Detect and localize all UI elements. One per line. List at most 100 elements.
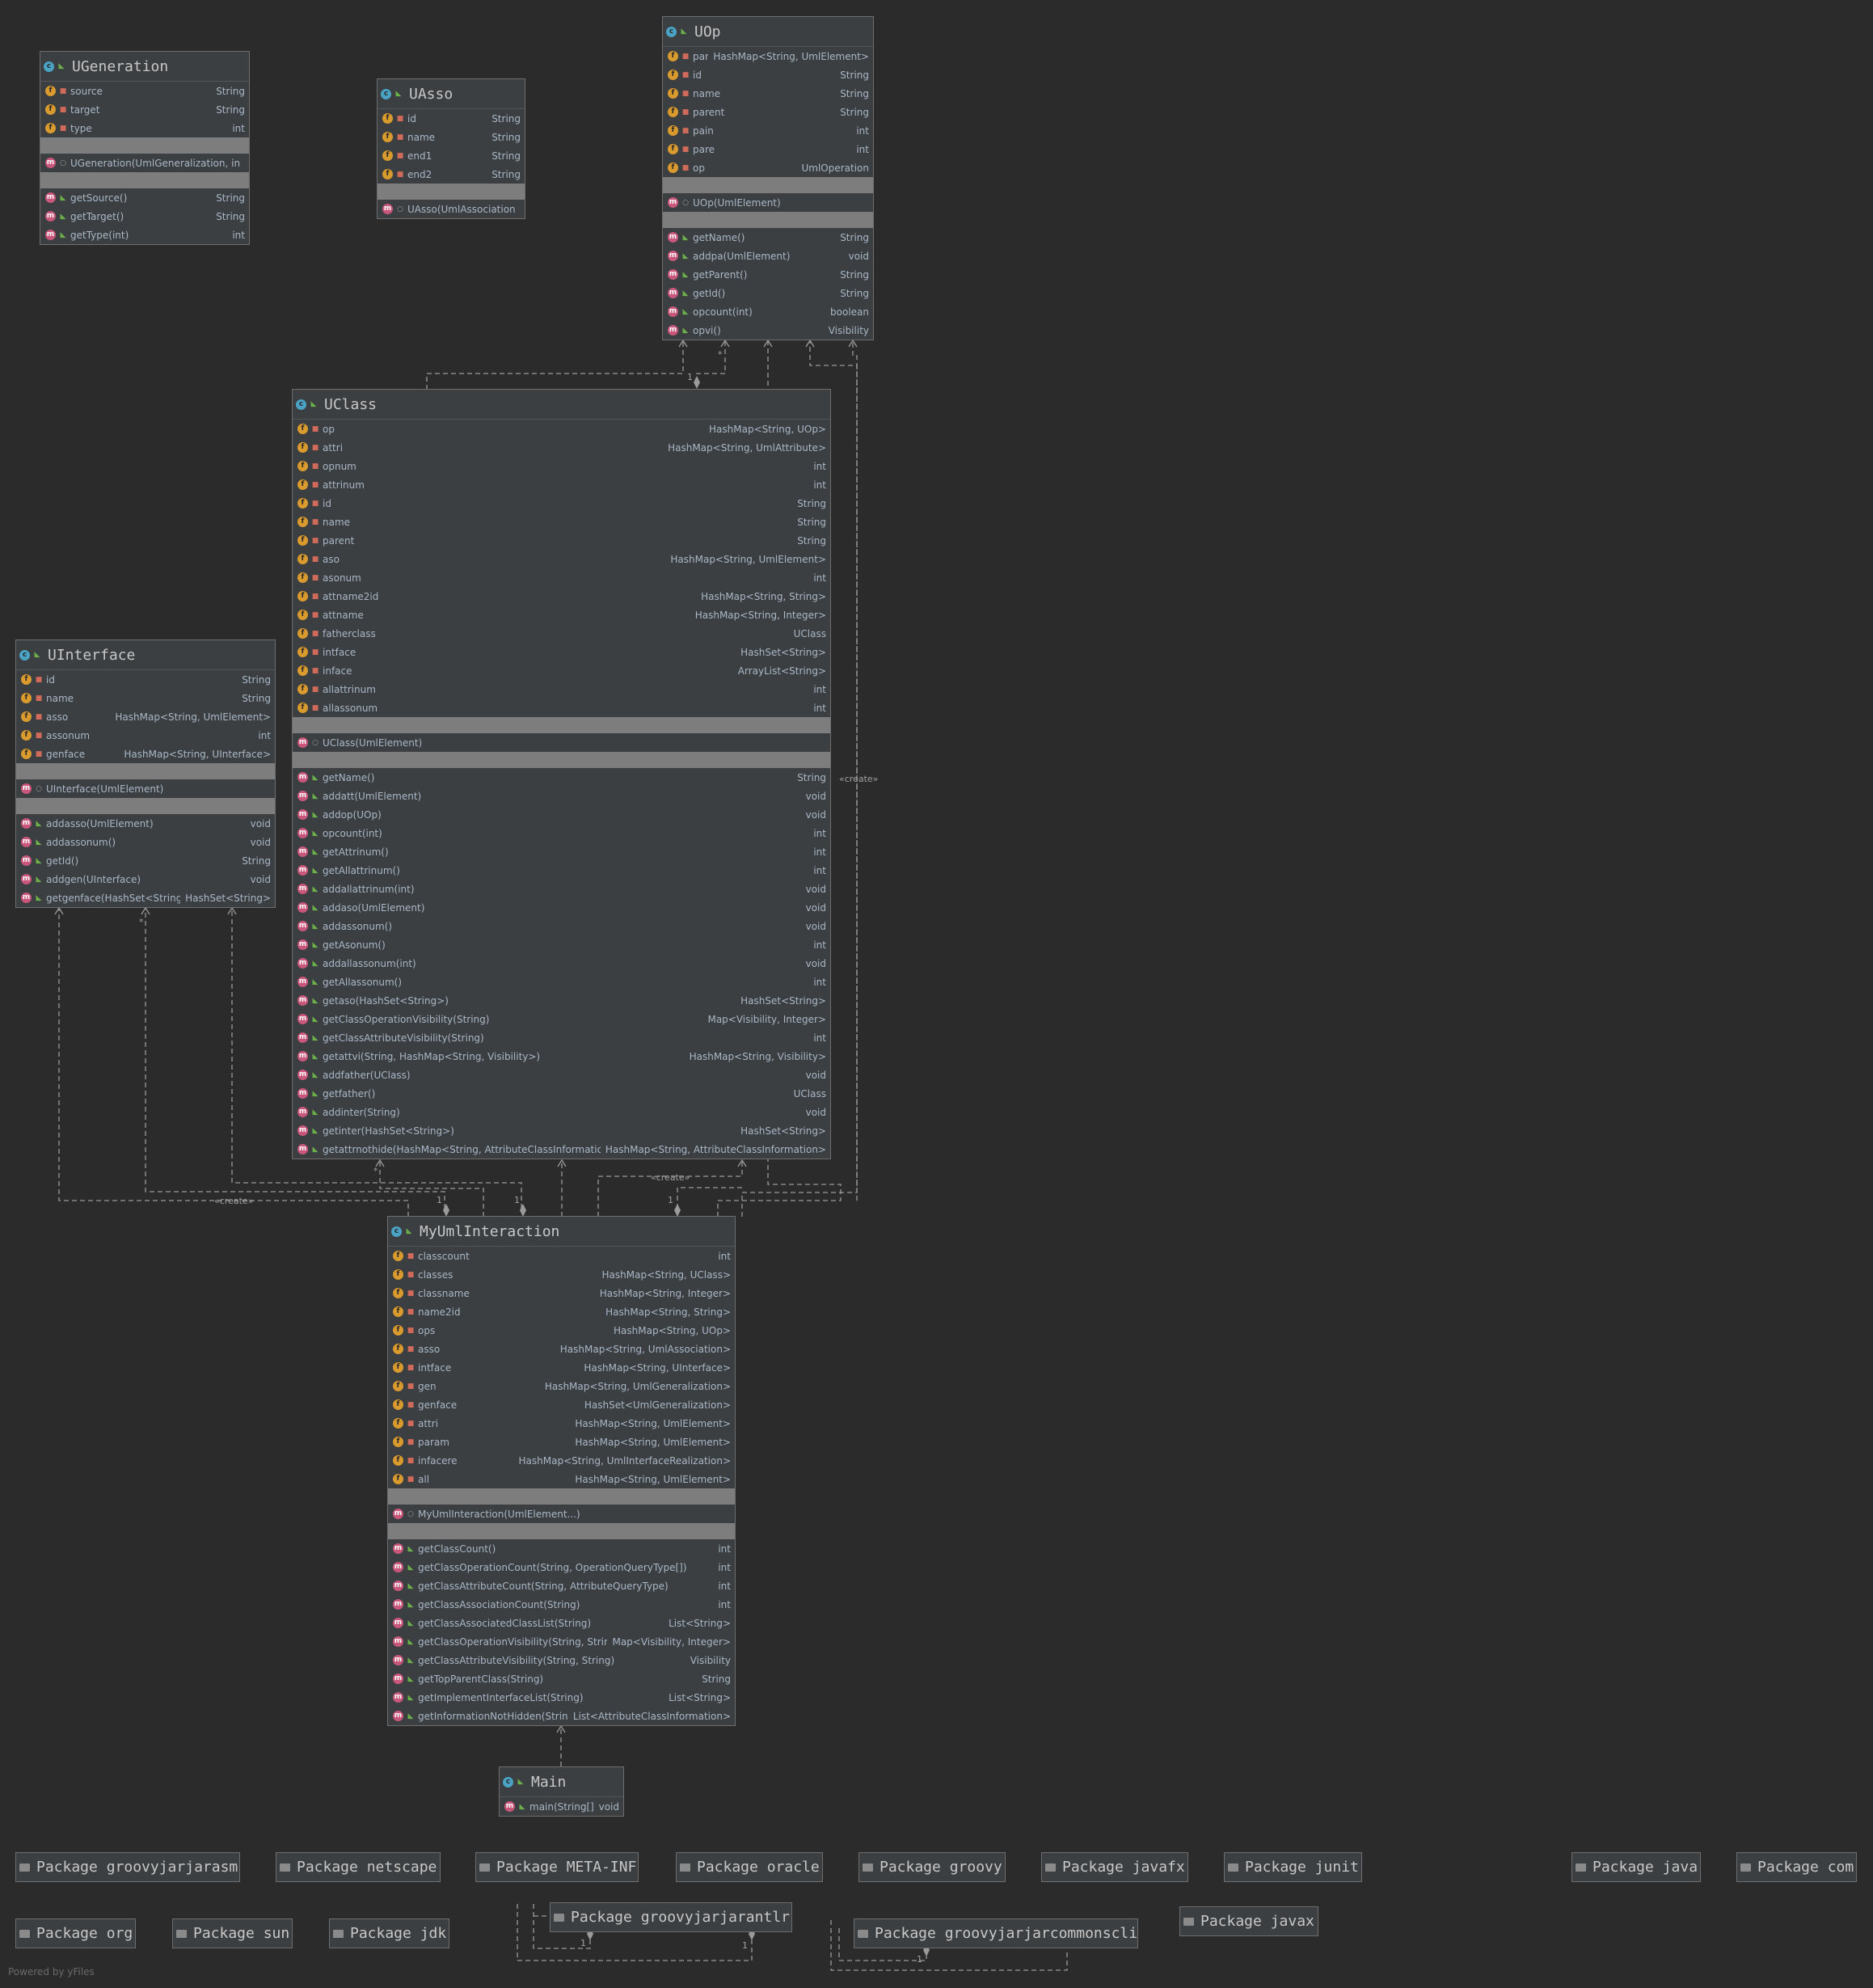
method-row[interactable]: m ◣ addpa(UmlElement) void xyxy=(663,247,873,265)
method-row[interactable]: m ◣ addasso(UmlElement) void xyxy=(16,814,275,833)
method-row[interactable]: m ◣ getinter(HashSet<String>) HashSet<Strin… xyxy=(293,1121,830,1140)
method-row[interactable]: m ◣ getTarget() String xyxy=(40,207,249,226)
package-meta-inf[interactable]: Package META-INF xyxy=(475,1852,639,1882)
class-node-uclass[interactable]: c ◣ UClass f ■ op HashMap<String, UOp> f ■ attri H… xyxy=(292,389,831,1159)
package-junit[interactable]: Package junit xyxy=(1224,1852,1362,1882)
package-com[interactable]: Package com xyxy=(1736,1852,1857,1882)
field-row[interactable]: f ■ intface HashSet<String> xyxy=(293,643,830,661)
method-row[interactable]: m ◣ addassonum() void xyxy=(293,917,830,935)
field-row[interactable]: f ■ gen HashMap<String, UmlGeneralization> xyxy=(388,1377,735,1395)
class-header[interactable]: c ◣ Main xyxy=(500,1767,623,1797)
method-row[interactable]: m ◣ getClassAttributeVisibility(String) int xyxy=(293,1028,830,1047)
field-row[interactable]: f ■ end2 String xyxy=(378,165,525,184)
method-row[interactable]: m ◣ getName() String xyxy=(293,768,830,787)
field-row[interactable]: f ■ infacere HashMap<String, UmlInterfaceRe… xyxy=(388,1451,735,1470)
method-row[interactable]: m ◣ getName() String xyxy=(663,228,873,247)
field-row[interactable]: f ■ name String xyxy=(663,84,873,103)
method-row[interactable]: m ◣ opvi() Visibility xyxy=(663,321,873,340)
field-row[interactable]: f ■ opnum int xyxy=(293,457,830,475)
field-row[interactable]: f ■ fatherclass UClass xyxy=(293,624,830,643)
field-row[interactable]: f■para HashMap<String, UmlElement> xyxy=(663,47,873,65)
field-row[interactable]: f ■ id String xyxy=(293,494,830,513)
package-jdk[interactable]: Package jdk xyxy=(329,1918,449,1948)
method-row[interactable]: m ◣ getClassCount() int xyxy=(388,1539,735,1558)
method-row[interactable]: m ◣ getAsonum() int xyxy=(293,935,830,954)
field-row[interactable]: f ■ all HashMap<String, UmlElement> xyxy=(388,1470,735,1488)
constructor-row[interactable]: m ○ UGeneration(UmlGeneralization, int) xyxy=(40,154,249,172)
class-node-main[interactable]: c ◣ Main m ◣ main(String[]) void xyxy=(499,1766,624,1817)
method-row[interactable]: m ◣ addaso(UmlElement) void xyxy=(293,898,830,917)
method-row[interactable]: m ◣ addfather(UClass) void xyxy=(293,1066,830,1084)
method-row[interactable]: m ◣ getInformationNotHidden(String) List<At… xyxy=(388,1707,735,1725)
package-oracle[interactable]: Package oracle xyxy=(676,1852,823,1882)
method-row[interactable]: m ◣ opcount(int) boolean xyxy=(663,302,873,321)
field-row[interactable]: f ■ pain int xyxy=(663,121,873,140)
method-row[interactable]: m ◣ opcount(int) int xyxy=(293,824,830,842)
method-row[interactable]: m ◣ addop(UOp) void xyxy=(293,805,830,824)
method-row[interactable]: m ◣ getClassAssociatedClassList(String) Lis… xyxy=(388,1614,735,1632)
method-row[interactable]: m ◣ getClassAttributeVisibility(String, St… xyxy=(388,1651,735,1669)
field-row[interactable]: f ■ name String xyxy=(378,128,525,146)
constructor-row[interactable]: m ○ UInterface(UmlElement) xyxy=(16,779,275,798)
field-row[interactable]: f ■ end1 String xyxy=(378,146,525,165)
field-row[interactable]: f ■ ops HashMap<String, UOp> xyxy=(388,1321,735,1340)
class-header[interactable]: c ◣ UGeneration xyxy=(40,52,249,82)
field-row[interactable]: f ■ parent String xyxy=(293,531,830,550)
package-java[interactable]: Package java xyxy=(1571,1852,1701,1882)
method-row[interactable]: m ◣ getaso(HashSet<String>) HashSet<String> xyxy=(293,991,830,1010)
method-row[interactable]: m ◣ addallattrinum(int) void xyxy=(293,880,830,898)
method-row[interactable]: m ◣ getfather() UClass xyxy=(293,1084,830,1103)
method-row[interactable]: m ◣ addassonum() void xyxy=(16,833,275,851)
field-row[interactable]: f ■ name String xyxy=(16,689,275,707)
package-groovy[interactable]: Package groovy xyxy=(858,1852,1006,1882)
field-row[interactable]: f ■ genface HashSet<UmlGeneralization> xyxy=(388,1395,735,1414)
field-row[interactable]: f ■ name2id HashMap<String, String> xyxy=(388,1302,735,1321)
field-row[interactable]: f ■ id String xyxy=(663,65,873,84)
method-row[interactable]: m ◣ getattrnothide(HashMap<String, Attribu… xyxy=(293,1140,830,1159)
field-row[interactable]: f ■ aso HashMap<String, UmlElement> xyxy=(293,550,830,568)
field-row[interactable]: f ■ asonum int xyxy=(293,568,830,587)
field-row[interactable]: f ■ classcount int xyxy=(388,1247,735,1265)
method-row[interactable]: m ◣ main(String[]) void xyxy=(500,1797,623,1816)
field-row[interactable]: f ■ genface HashMap<String, UInterface> xyxy=(16,745,275,763)
class-header[interactable]: c ◣ UOp xyxy=(663,17,873,47)
class-header[interactable]: c ◣ UClass xyxy=(293,390,830,420)
method-row[interactable]: m ◣ getAllassonum() int xyxy=(293,973,830,991)
package-groovyjarjarasm[interactable]: Package groovyjarjarasm xyxy=(15,1852,240,1882)
package-groovyjarjarcommonscli[interactable]: Package groovyjarjarcommonscli xyxy=(854,1918,1138,1948)
method-row[interactable]: m ◣ getImplementInterfaceList(String) List<… xyxy=(388,1688,735,1707)
field-row[interactable]: f ■ attri HashMap<String, UmlElement> xyxy=(388,1414,735,1433)
package-sun[interactable]: Package sun xyxy=(172,1918,293,1948)
method-row[interactable]: m ◣ getTopParentClass(String) String xyxy=(388,1669,735,1688)
field-row[interactable]: f ■ asso HashMap<String, UmlAssociation> xyxy=(388,1340,735,1358)
field-row[interactable]: f ■ attname2id HashMap<String, String> xyxy=(293,587,830,606)
field-row[interactable]: f ■ name String xyxy=(293,513,830,531)
method-row[interactable]: m ◣ getClassAttributeCount(String, Attribu… xyxy=(388,1576,735,1595)
field-row[interactable]: f ■ op UmlOperation xyxy=(663,158,873,177)
field-row[interactable]: f ■ param HashMap<String, UmlElement> xyxy=(388,1433,735,1451)
class-node-uinterface[interactable]: c ◣ UInterface f ■ id String f ■ name String f ■ asso… xyxy=(15,639,276,908)
field-row[interactable]: f ■ attrinum int xyxy=(293,475,830,494)
method-row[interactable]: m ◣ getattvi(String, HashMap<String, Visib… xyxy=(293,1047,830,1066)
field-row[interactable]: f ■ attri HashMap<String, UmlAttribute> xyxy=(293,438,830,457)
field-row[interactable]: f ■ intface HashMap<String, UInterface> xyxy=(388,1358,735,1377)
method-row[interactable]: m ◣ getgenface(HashSet<String>) HashSet<Str… xyxy=(16,888,275,907)
package-groovyjarjarantlr[interactable]: Package groovyjarjarantlr xyxy=(550,1902,792,1932)
method-row[interactable]: m ◣ addatt(UmlElement) void xyxy=(293,787,830,805)
method-row[interactable]: m ◣ getAllattrinum() int xyxy=(293,861,830,880)
method-row[interactable]: m ◣ addgen(UInterface) void xyxy=(16,870,275,888)
method-row[interactable]: m ◣ getClassOperationVisibility(String, St… xyxy=(388,1632,735,1651)
package-netscape[interactable]: Package netscape xyxy=(276,1852,441,1882)
method-row[interactable]: m ◣ getType(int) int xyxy=(40,226,249,244)
method-row[interactable]: m ◣ getClassAssociationCount(String) int xyxy=(388,1595,735,1614)
field-row[interactable]: f ■ type int xyxy=(40,119,249,137)
package-javafx[interactable]: Package javafx xyxy=(1041,1852,1188,1882)
method-row[interactable]: m ◣ getClassOperationCount(String, Operati… xyxy=(388,1558,735,1576)
field-row[interactable]: f ■ asso HashMap<String, UmlElement> xyxy=(16,707,275,726)
class-node-uasso[interactable]: c ◣ UAsso f ■ id String f ■ name String f ■ end1 Strin… xyxy=(377,78,525,219)
constructor-row[interactable]: m ○ UOp(UmlElement) xyxy=(663,193,873,212)
method-row[interactable]: m ◣ getClassOperationVisibility(String) Map… xyxy=(293,1010,830,1028)
method-row[interactable]: m ◣ addallassonum(int) void xyxy=(293,954,830,973)
field-row[interactable]: f ■ classname HashMap<String, Integer> xyxy=(388,1284,735,1302)
field-row[interactable]: f ■ classes HashMap<String, UClass> xyxy=(388,1265,735,1284)
